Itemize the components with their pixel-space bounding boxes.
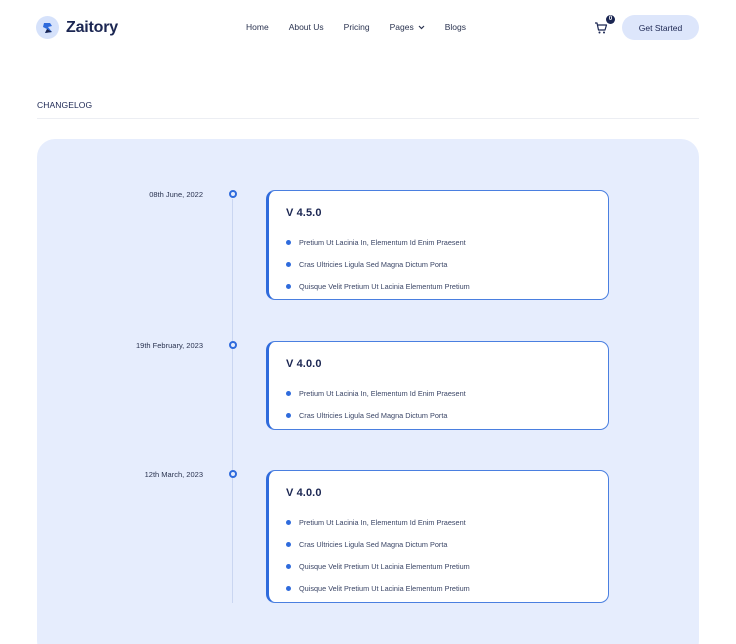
change-text: Quisque Velit Pretium Ut Lacinia Element… <box>299 583 470 593</box>
changelog-card: V 4.5.0 Pretium Ut Lacinia In, Elementum… <box>266 190 609 300</box>
entry-date: 08th June, 2022 <box>149 190 203 199</box>
version-title: V 4.0.0 <box>286 358 322 370</box>
list-item: Cras Ultricies Ligula Sed Magna Dictum P… <box>286 404 466 426</box>
chevron-down-icon <box>418 25 425 29</box>
brand-name: Zaitory <box>66 18 118 36</box>
cart-button[interactable]: 0 <box>594 15 615 37</box>
list-item: Pretium Ut Lacinia In, Elementum Id Enim… <box>286 382 466 404</box>
timeline-dot <box>229 470 237 478</box>
nav-blogs[interactable]: Blogs <box>445 22 466 32</box>
timeline-line <box>232 199 233 603</box>
list-item: Quisque Velit Pretium Ut Lacinia Element… <box>286 577 470 599</box>
divider <box>37 118 699 119</box>
change-text: Pretium Ut Lacinia In, Elementum Id Enim… <box>299 237 466 247</box>
brand-logo[interactable]: Zaitory <box>36 16 118 39</box>
change-text: Pretium Ut Lacinia In, Elementum Id Enim… <box>299 388 466 398</box>
bullet-icon <box>286 585 291 591</box>
bullet-icon <box>286 261 291 267</box>
list-item: Quisque Velit Pretium Ut Lacinia Element… <box>286 275 470 297</box>
entry-date: 12th March, 2023 <box>144 470 203 479</box>
change-text: Quisque Velit Pretium Ut Lacinia Element… <box>299 281 470 291</box>
change-text: Quisque Velit Pretium Ut Lacinia Element… <box>299 561 470 571</box>
change-list: Pretium Ut Lacinia In, Elementum Id Enim… <box>286 382 466 426</box>
nav-home[interactable]: Home <box>246 22 269 32</box>
main-nav: Home About Us Pricing Pages Blogs <box>246 22 466 32</box>
version-title: V 4.0.0 <box>286 487 322 499</box>
changelog-card: V 4.0.0 Pretium Ut Lacinia In, Elementum… <box>266 470 609 603</box>
timeline-dot <box>229 341 237 349</box>
entry-date: 19th February, 2023 <box>136 341 203 350</box>
bullet-icon <box>286 390 291 396</box>
nav-about-us[interactable]: About Us <box>289 22 324 32</box>
logo-icon <box>36 16 59 39</box>
nav-pricing[interactable]: Pricing <box>344 22 370 32</box>
bullet-icon <box>286 239 291 245</box>
cart-icon <box>595 22 608 34</box>
change-text: Cras Ultricies Ligula Sed Magna Dictum P… <box>299 410 448 420</box>
change-text: Pretium Ut Lacinia In, Elementum Id Enim… <box>299 517 466 527</box>
timeline-dot <box>229 190 237 198</box>
change-text: Cras Ultricies Ligula Sed Magna Dictum P… <box>299 539 448 549</box>
bullet-icon <box>286 541 291 547</box>
list-item: Pretium Ut Lacinia In, Elementum Id Enim… <box>286 231 470 253</box>
bullet-icon <box>286 519 291 525</box>
list-item: Cras Ultricies Ligula Sed Magna Dictum P… <box>286 253 470 275</box>
site-header: Zaitory Home About Us Pricing Pages Blog… <box>0 0 736 56</box>
page-title: CHANGELOG <box>37 100 93 110</box>
list-item: Cras Ultricies Ligula Sed Magna Dictum P… <box>286 533 470 555</box>
version-title: V 4.5.0 <box>286 207 322 219</box>
cart-count-badge: 0 <box>606 15 615 24</box>
bullet-icon <box>286 563 291 569</box>
nav-pages-label: Pages <box>389 22 414 32</box>
change-list: Pretium Ut Lacinia In, Elementum Id Enim… <box>286 231 470 297</box>
list-item: Quisque Velit Pretium Ut Lacinia Element… <box>286 555 470 577</box>
change-list: Pretium Ut Lacinia In, Elementum Id Enim… <box>286 511 470 599</box>
change-text: Cras Ultricies Ligula Sed Magna Dictum P… <box>299 259 448 269</box>
list-item: Pretium Ut Lacinia In, Elementum Id Enim… <box>286 511 470 533</box>
changelog-card: V 4.0.0 Pretium Ut Lacinia In, Elementum… <box>266 341 609 430</box>
bullet-icon <box>286 283 291 289</box>
get-started-button[interactable]: Get Started <box>622 15 699 40</box>
bullet-icon <box>286 412 291 418</box>
nav-pages[interactable]: Pages <box>390 22 425 32</box>
